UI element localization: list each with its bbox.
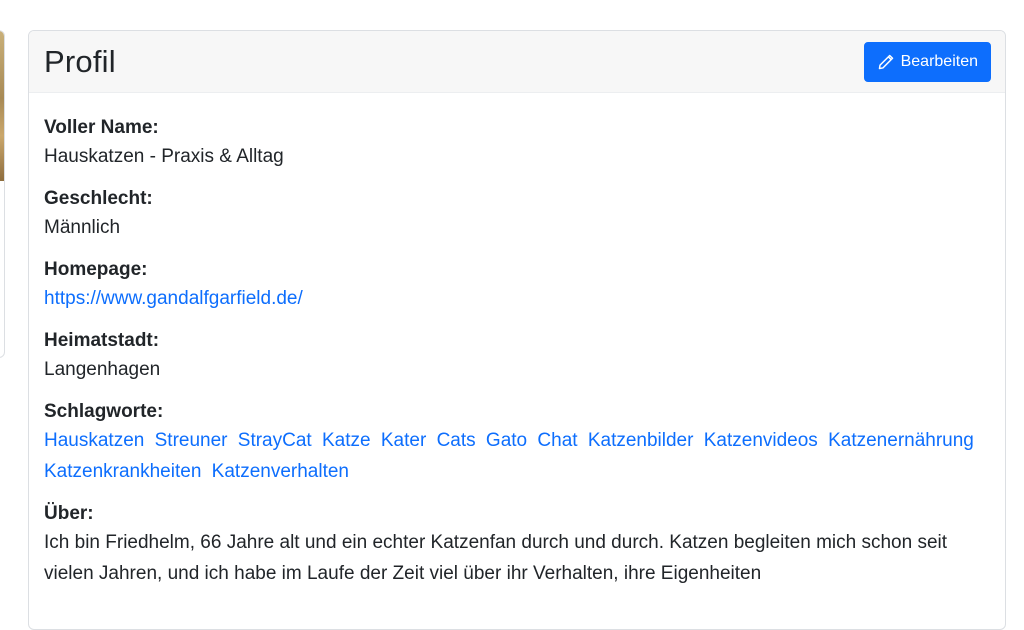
tag-link[interactable]: Katzenkrankheiten (44, 461, 201, 482)
gender-value: Männlich (44, 217, 121, 238)
full-name-label: Voller Name: (44, 117, 159, 138)
about-label: Über: (44, 503, 94, 524)
profile-photo (0, 31, 4, 181)
tag-link[interactable]: Katze (322, 430, 371, 451)
tag-link[interactable]: Gato (486, 430, 527, 451)
profile-card: Profil Bearbeiten Voller Name: Hauskatze… (28, 30, 1006, 630)
tag-link[interactable]: Katzenernährung (828, 430, 974, 451)
full-name-value: Hauskatzen - Praxis & Alltag (44, 146, 284, 167)
field-hometown: Heimatstadt: Langenhagen (44, 328, 990, 385)
tag-link[interactable]: Katzenvideos (704, 430, 818, 451)
edit-button[interactable]: Bearbeiten (863, 41, 991, 82)
tag-link[interactable]: Hauskatzen (44, 430, 144, 451)
gender-label: Geschlecht: (44, 188, 153, 209)
pencil-icon (878, 54, 893, 69)
tag-link[interactable]: Cats (437, 430, 476, 451)
field-tags: Schlagworte: Hauskatzen Streuner StrayCa… (44, 399, 990, 487)
tag-link[interactable]: Streuner (155, 430, 228, 451)
field-about: Über: Ich bin Friedhelm, 66 Jahre alt un… (44, 501, 990, 589)
profile-card-header: Profil Bearbeiten (29, 31, 1005, 93)
tag-list: Hauskatzen Streuner StrayCat Katze Kater… (44, 425, 990, 487)
profile-details: Voller Name: Hauskatzen - Praxis & Allta… (29, 93, 1005, 589)
homepage-label: Homepage: (44, 259, 148, 280)
tag-link[interactable]: Katzenverhalten (212, 461, 349, 482)
hometown-label: Heimatstadt: (44, 330, 160, 351)
page-title: Profil (44, 43, 116, 79)
tag-link[interactable]: Kater (381, 430, 426, 451)
field-homepage: Homepage: https://www.gandalfgarfield.de… (44, 257, 990, 314)
about-text: Ich bin Friedhelm, 66 Jahre alt und ein … (44, 532, 948, 584)
tag-link[interactable]: Katzenbilder (588, 430, 694, 451)
field-gender: Geschlecht: Männlich (44, 186, 990, 243)
homepage-link[interactable]: https://www.gandalfgarfield.de/ (44, 288, 303, 309)
tags-label: Schlagworte: (44, 401, 164, 422)
field-full-name: Voller Name: Hauskatzen - Praxis & Allta… (44, 115, 990, 172)
tag-link[interactable]: Chat (537, 430, 577, 451)
tag-link[interactable]: StrayCat (238, 430, 312, 451)
hometown-value: Langenhagen (44, 359, 161, 380)
edit-button-label: Bearbeiten (900, 52, 978, 70)
sidebar-card (0, 30, 5, 358)
